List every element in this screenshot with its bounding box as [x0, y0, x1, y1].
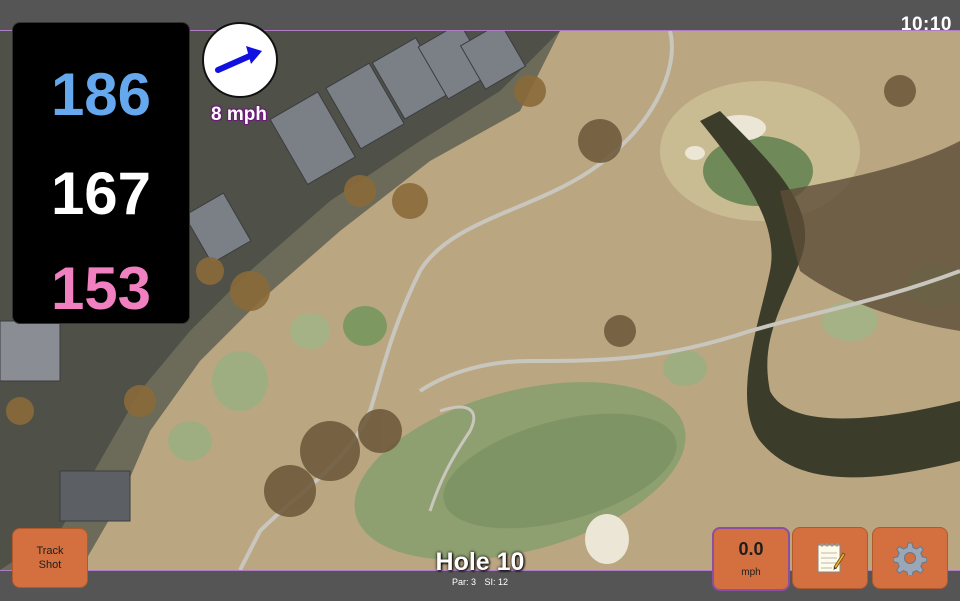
hole-info: Par: 3 SI: 12	[380, 577, 580, 587]
speed-value: 0.0	[738, 539, 764, 559]
middle-distance: 167	[50, 160, 152, 227]
track-shot-label-line1: Track	[36, 545, 64, 557]
notepad-icon	[817, 543, 846, 573]
arrow-right-icon	[215, 46, 262, 73]
wind-indicator	[202, 22, 278, 98]
hole-title: Hole 10	[435, 548, 525, 576]
track-shot-label-line2: Shot	[38, 559, 62, 571]
back-distance: 186	[50, 61, 152, 128]
yardage-panel: 186 167 153	[12, 22, 190, 324]
wind-speed-label: 8 mph	[211, 104, 267, 125]
speed-unit: mph	[741, 567, 761, 578]
track-shot-button[interactable]: Track Shot	[12, 528, 88, 588]
hole-stroke-index: SI: 12	[484, 577, 509, 587]
gear-icon	[893, 542, 927, 575]
notes-button[interactable]	[792, 527, 868, 589]
hole-par: Par: 3	[451, 577, 476, 587]
front-distance: 153	[50, 255, 152, 322]
speed-button[interactable]: 0.0 mph	[712, 527, 790, 591]
settings-button[interactable]	[872, 527, 948, 589]
